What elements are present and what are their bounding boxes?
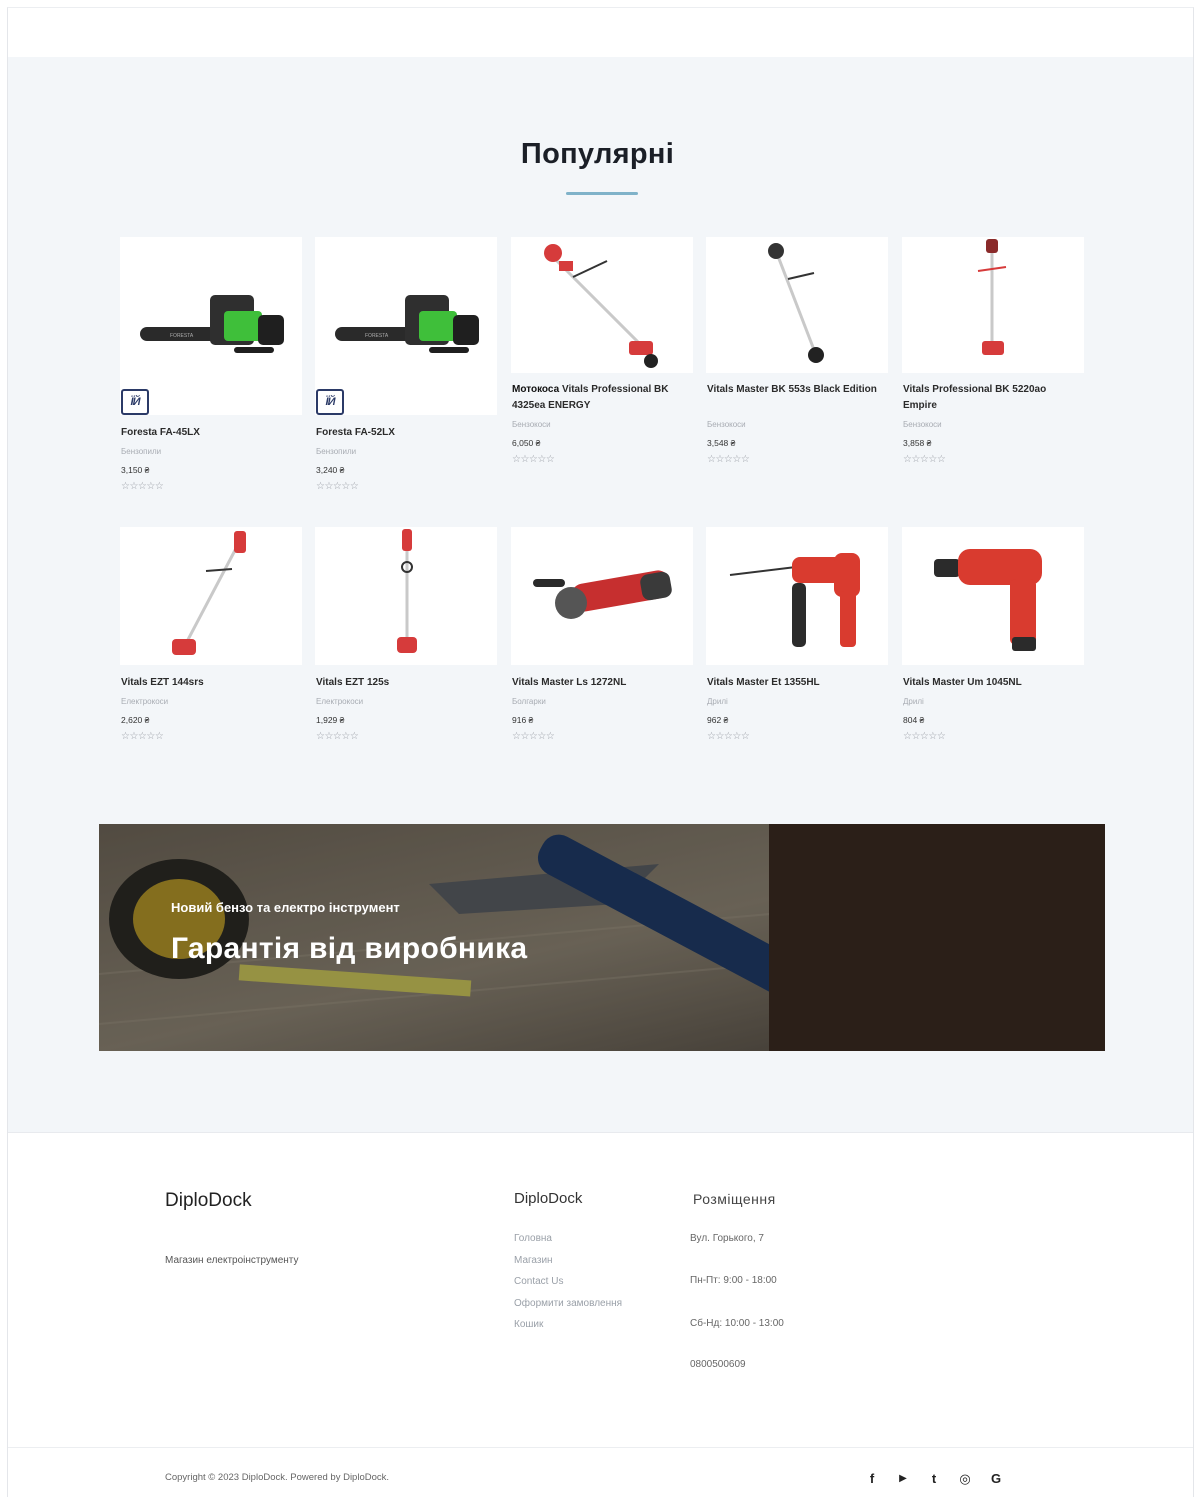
svg-text:FORESTA: FORESTA (365, 333, 389, 339)
footer-location-title: Розміщення (693, 1191, 776, 1207)
banner-subtitle: Новий бензо та електро інструмент (171, 900, 400, 915)
product-price: 2,620 ₴ (121, 715, 150, 725)
product-image[interactable] (706, 237, 888, 373)
google-icon[interactable]: G (988, 1471, 1004, 1486)
copyright-text: Copyright © 2023 DiploDock. Powered by D… (165, 1472, 390, 1483)
rating-stars-icon: ☆☆☆☆☆ (512, 731, 555, 742)
product-name[interactable]: Vitals Master Ls 1272NL (512, 675, 690, 691)
product-category[interactable]: Електрокоси (121, 697, 168, 706)
rating-stars-icon: ☆☆☆☆☆ (707, 454, 750, 465)
rating-stars-icon: ☆☆☆☆☆ (316, 481, 359, 492)
product-price: 962 ₴ (707, 715, 729, 725)
footer-links-title: DiploDock (514, 1190, 583, 1207)
footer-link-checkout[interactable]: Оформити замовлення (514, 1298, 622, 1320)
brand-badge-icon: ЇЙ (316, 389, 344, 415)
product-category[interactable]: Бензокоси (903, 420, 942, 429)
product-category[interactable]: Бензопили (121, 447, 161, 456)
product-category[interactable]: Бензопили (316, 447, 356, 456)
product-category[interactable]: Бензокоси (707, 420, 746, 429)
footer-link-contact[interactable]: Contact Us (514, 1276, 622, 1298)
footer-link-cart[interactable]: Кошик (514, 1319, 622, 1341)
youtube-icon[interactable]: ▶ (895, 1473, 911, 1484)
bottom-divider (8, 1447, 1193, 1448)
footer-brand[interactable]: DiploDock (165, 1190, 252, 1212)
product-image[interactable] (511, 527, 693, 665)
footer-address: Вул. Горького, 7 (690, 1233, 764, 1244)
rating-stars-icon: ☆☆☆☆☆ (121, 731, 164, 742)
title-underline (566, 192, 638, 195)
product-name[interactable]: Vitals Master Et 1355HL (707, 675, 885, 691)
footer-hours-weekdays: Пн-Пт: 9:00 - 18:00 (690, 1275, 777, 1286)
footer-description: Магазин електроінструменту (165, 1255, 299, 1266)
instagram-icon[interactable]: ◎ (957, 1471, 973, 1487)
product-price: 3,240 ₴ (316, 465, 345, 475)
product-category[interactable]: Дрилі (707, 697, 728, 706)
product-category[interactable]: Бензокоси (512, 420, 551, 429)
product-category[interactable]: Дрилі (903, 697, 924, 706)
product-image[interactable] (315, 527, 497, 665)
svg-text:FORESTA: FORESTA (170, 333, 194, 339)
product-image[interactable] (511, 237, 693, 373)
product-price: 3,858 ₴ (903, 438, 932, 448)
product-image[interactable] (902, 237, 1084, 373)
footer-link-shop[interactable]: Магазин (514, 1255, 622, 1277)
product-name[interactable]: Vitals Master Um 1045NL (903, 675, 1081, 691)
product-price: 3,150 ₴ (121, 465, 150, 475)
product-price: 3,548 ₴ (707, 438, 736, 448)
product-image[interactable] (706, 527, 888, 665)
product-price: 804 ₴ (903, 715, 925, 725)
product-name[interactable]: Vitals Professional BK 5220ao Empire (903, 382, 1081, 414)
product-image[interactable] (120, 527, 302, 665)
section-title: Популярні (520, 138, 675, 170)
rating-stars-icon: ☆☆☆☆☆ (316, 731, 359, 742)
footer-hours-weekend: Сб-Нд: 10:00 - 13:00 (690, 1318, 784, 1329)
rating-stars-icon: ☆☆☆☆☆ (903, 731, 946, 742)
twitter-icon[interactable]: t (926, 1471, 942, 1486)
product-name[interactable]: Vitals EZT 125s (316, 675, 494, 691)
product-name[interactable]: Мотокоса Vitals Professional BK 4325ea E… (512, 382, 690, 414)
footer-links: Головна Магазин Contact Us Оформити замо… (514, 1233, 622, 1341)
product-price: 1,929 ₴ (316, 715, 345, 725)
rating-stars-icon: ☆☆☆☆☆ (512, 454, 555, 465)
product-category[interactable]: Болгарки (512, 697, 546, 706)
rating-stars-icon: ☆☆☆☆☆ (121, 481, 164, 492)
footer-link-home[interactable]: Головна (514, 1233, 622, 1255)
footer-divider (8, 1132, 1193, 1133)
product-name[interactable]: Vitals Master BK 553s Black Edition (707, 382, 885, 398)
product-price: 916 ₴ (512, 715, 534, 725)
product-name[interactable]: Foresta FA-45LX (121, 425, 299, 441)
product-price: 6,050 ₴ (512, 438, 541, 448)
product-category[interactable]: Електрокоси (316, 697, 363, 706)
rating-stars-icon: ☆☆☆☆☆ (707, 731, 750, 742)
product-name[interactable]: Vitals EZT 144srs (121, 675, 299, 691)
promo-banner[interactable]: Новий бензо та електро інструмент Гарант… (99, 824, 1105, 1051)
brand-badge-icon: ЇЙ (121, 389, 149, 415)
product-image[interactable] (902, 527, 1084, 665)
rating-stars-icon: ☆☆☆☆☆ (903, 454, 946, 465)
banner-title: Гарантія від виробника (171, 932, 528, 965)
footer-phone[interactable]: 0800500609 (690, 1359, 746, 1370)
product-name[interactable]: Foresta FA-52LX (316, 425, 494, 441)
facebook-icon[interactable]: f (864, 1471, 880, 1486)
